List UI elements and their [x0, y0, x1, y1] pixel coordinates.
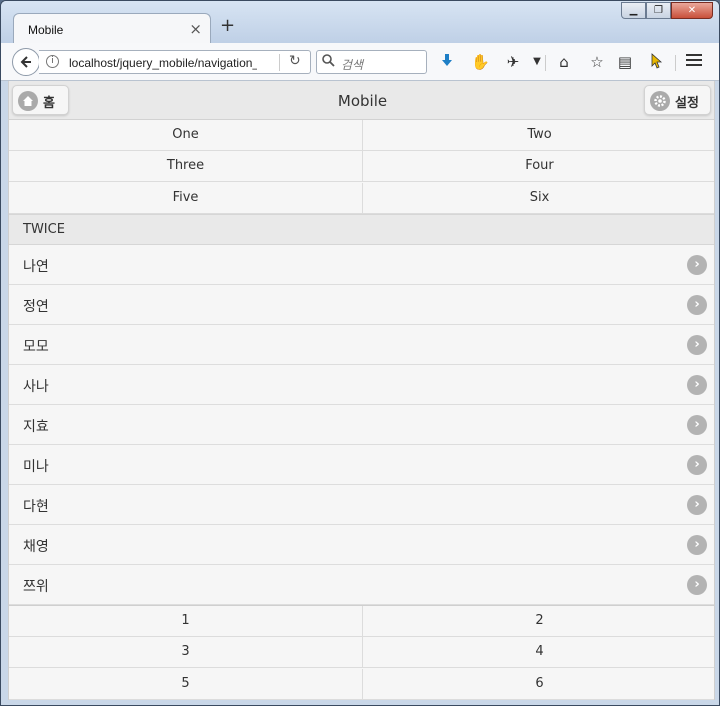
list-item[interactable]: 채영 ›	[9, 525, 714, 565]
chevron-right-icon: ›	[687, 495, 707, 515]
bookmark-star-icon[interactable]: ☆	[588, 53, 606, 71]
toolbar-separator	[675, 55, 676, 71]
extension-hand-icon[interactable]: ✋	[471, 53, 490, 71]
minimize-button[interactable]: ▁	[621, 2, 646, 19]
list-item-label: 지효	[23, 419, 49, 435]
settings-button-label: 설정	[675, 96, 699, 111]
list-item-label: 채영	[23, 539, 49, 555]
reload-icon[interactable]: ↻	[289, 53, 301, 69]
list-item[interactable]: 다현 ›	[9, 485, 714, 525]
back-arrow-icon	[20, 56, 31, 68]
nav-tab-2[interactable]: 2	[362, 606, 714, 637]
chevron-right-icon: ›	[687, 415, 707, 435]
bottom-navbar: 1 2 3 4 5 6	[9, 605, 714, 700]
list-item[interactable]: 정연 ›	[9, 285, 714, 325]
list-item-label: 사나	[23, 379, 49, 395]
clipboard-icon[interactable]: ▤	[616, 53, 634, 71]
tab-close-icon[interactable]: ×	[189, 20, 202, 38]
list-item-label: 모모	[23, 339, 49, 355]
browser-window: Mobile × + ▁ ❐ ✕ i localhost/jquery_mobi…	[0, 0, 720, 706]
page-title: Mobile	[337, 92, 388, 110]
chevron-right-icon: ›	[687, 295, 707, 315]
url-separator	[279, 54, 280, 71]
maximize-button[interactable]: ❐	[646, 2, 671, 19]
page-header: 홈 Mobile 설정	[9, 81, 714, 120]
list-item-label: 정연	[23, 299, 49, 315]
list-item[interactable]: 사나 ›	[9, 365, 714, 405]
list-item[interactable]: 쯔위 ›	[9, 565, 714, 605]
download-icon[interactable]	[438, 53, 456, 71]
nav-toolbar: i localhost/jquery_mobile/navigation_b ↻…	[1, 43, 719, 81]
tab-title: Mobile	[28, 23, 64, 37]
new-tab-button[interactable]: +	[220, 17, 235, 35]
toolbar-separator	[545, 55, 546, 71]
nav-row: Three Four	[9, 151, 714, 182]
cursor-icon[interactable]	[648, 53, 666, 71]
dropdown-arrow-icon[interactable]: ▼	[528, 53, 546, 71]
nav-tab-6[interactable]: 6	[362, 669, 714, 700]
list-item[interactable]: 지효 ›	[9, 405, 714, 445]
list-item[interactable]: 나연 ›	[9, 245, 714, 285]
chevron-right-icon: ›	[687, 575, 707, 595]
search-input[interactable]: 검색	[316, 50, 427, 74]
list-item-label: 쯔위	[23, 579, 49, 595]
extension-icon[interactable]: ✈	[504, 53, 522, 71]
nav-tab-5[interactable]: 5	[9, 669, 362, 700]
chevron-right-icon: ›	[687, 455, 707, 475]
title-bar: Mobile × + ▁ ❐ ✕	[1, 1, 719, 44]
nav-tab-3[interactable]: 3	[9, 637, 362, 668]
url-text[interactable]: localhost/jquery_mobile/navigation_b	[69, 56, 257, 70]
info-icon[interactable]: i	[46, 55, 59, 68]
nav-tab-six[interactable]: Six	[362, 183, 714, 214]
chevron-right-icon: ›	[687, 375, 707, 395]
page-content: 홈 Mobile 설정 One Two Three Four Five Six …	[8, 81, 715, 700]
nav-row: 5 6	[9, 669, 714, 700]
close-window-button[interactable]: ✕	[671, 2, 713, 19]
home-icon[interactable]: ⌂	[555, 53, 573, 71]
list-item-label: 미나	[23, 459, 49, 475]
nav-tab-five[interactable]: Five	[9, 183, 362, 214]
nav-row: 1 2	[9, 606, 714, 637]
search-placeholder: 검색	[341, 58, 364, 72]
nav-tab-two[interactable]: Two	[362, 120, 714, 151]
chevron-right-icon: ›	[687, 255, 707, 275]
list-item-label: 다현	[23, 499, 49, 515]
chevron-right-icon: ›	[687, 335, 707, 355]
url-bar[interactable]: i localhost/jquery_mobile/navigation_b ↻	[39, 50, 311, 74]
list-divider-label: TWICE	[23, 222, 65, 237]
list-item[interactable]: 미나 ›	[9, 445, 714, 485]
nav-tab-1[interactable]: 1	[9, 606, 362, 637]
nav-tab-three[interactable]: Three	[9, 151, 362, 182]
nav-tab-one[interactable]: One	[9, 120, 362, 151]
list-item[interactable]: 모모 ›	[9, 325, 714, 365]
nav-tab-4[interactable]: 4	[362, 637, 714, 668]
nav-tab-four[interactable]: Four	[362, 151, 714, 182]
gear-icon	[650, 91, 670, 111]
back-button[interactable]	[12, 48, 40, 76]
nav-row: One Two	[9, 120, 714, 151]
window-controls: ▁ ❐ ✕	[621, 2, 713, 20]
search-icon	[322, 54, 335, 71]
list-divider: TWICE	[9, 214, 714, 245]
browser-tab[interactable]: Mobile ×	[13, 13, 211, 44]
settings-button[interactable]: 설정	[644, 85, 711, 115]
list-item-label: 나연	[23, 259, 49, 275]
menu-icon[interactable]	[685, 53, 703, 71]
nav-row: 3 4	[9, 637, 714, 668]
chevron-right-icon: ›	[687, 535, 707, 555]
nav-row: Five Six	[9, 183, 714, 214]
